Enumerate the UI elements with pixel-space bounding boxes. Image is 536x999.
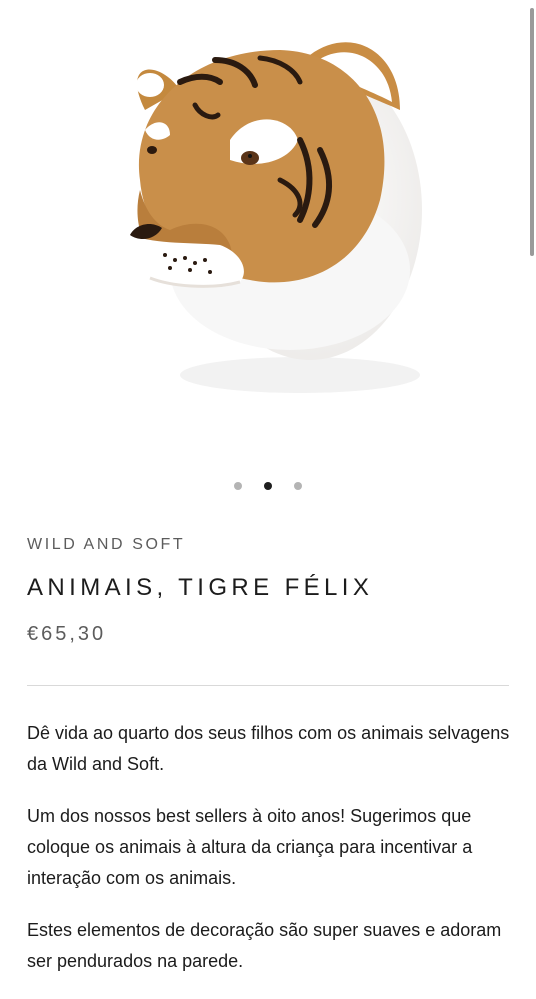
description-paragraph: Um dos nossos best sellers à oito anos! … <box>27 806 473 888</box>
product-price: €65,30 <box>27 623 107 645</box>
product-description: Dê vida ao quarto dos seus filhos com os… <box>27 718 517 998</box>
divider <box>27 685 509 686</box>
product-title: ANIMAIS, TIGRE FÉLIX <box>27 574 374 601</box>
description-paragraph: Dê vida ao quarto dos seus filhos com os… <box>27 723 510 774</box>
gallery-dot-3[interactable] <box>294 482 302 490</box>
description-paragraph: Estes elementos de decoração são super s… <box>27 920 502 971</box>
product-gallery[interactable] <box>0 0 536 470</box>
scrollbar[interactable] <box>530 8 534 993</box>
scrollbar-thumb[interactable] <box>530 8 534 256</box>
product-image[interactable] <box>100 20 440 420</box>
gallery-pagination <box>0 482 536 490</box>
product-vendor[interactable]: WILD AND SOFT <box>27 536 185 554</box>
gallery-dot-1[interactable] <box>234 482 242 490</box>
gallery-dot-2[interactable] <box>264 482 272 490</box>
